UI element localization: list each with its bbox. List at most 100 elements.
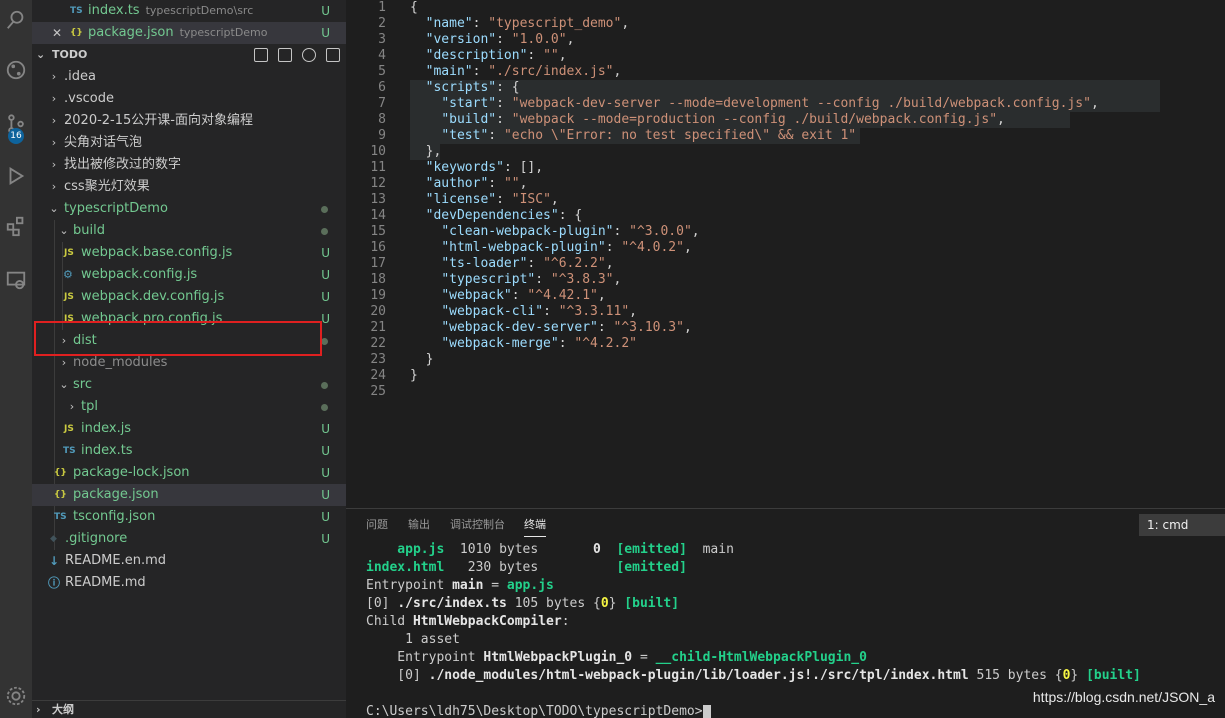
- chevron-down-icon: ⌄: [49, 202, 59, 215]
- chevron-down-icon: ⌄: [59, 224, 69, 237]
- refresh-icon[interactable]: [302, 48, 316, 62]
- code-line: "test": "echo \"Error: no test specified…: [441, 128, 857, 143]
- line-number: 25: [370, 384, 386, 399]
- git-status-untracked: U: [321, 444, 330, 458]
- chevron-right-icon: ›: [51, 70, 57, 83]
- run-debug-icon[interactable]: [0, 156, 32, 196]
- tree-folder-tpl[interactable]: › tpl: [32, 396, 346, 418]
- tree-file-index-js[interactable]: JS index.js U: [32, 418, 346, 440]
- tab-terminal[interactable]: 终端: [524, 517, 546, 537]
- git-branch-icon[interactable]: 16: [0, 104, 32, 144]
- code-line: "webpack-cli": "^3.3.11",: [441, 304, 637, 319]
- chevron-down-icon: ⌄: [36, 48, 46, 61]
- chevron-right-icon: ›: [51, 114, 57, 127]
- git-status-untracked: U: [321, 4, 330, 18]
- search-icon[interactable]: [0, 0, 32, 40]
- outline-section-header[interactable]: › 大纲: [32, 700, 346, 718]
- line-number: 6: [378, 80, 386, 95]
- source-control-icon[interactable]: [0, 50, 32, 90]
- typescript-file-icon: TS: [70, 6, 83, 16]
- close-icon[interactable]: ✕: [52, 22, 62, 44]
- javascript-file-icon: JS: [64, 424, 74, 434]
- tree-file-readme-en[interactable]: ↓ README.en.md: [32, 550, 346, 572]
- git-status-untracked: U: [321, 532, 330, 546]
- terminal-select[interactable]: 1: cmd: [1139, 514, 1225, 536]
- open-editor-package-json[interactable]: ✕ {} package.json typescriptDemo U: [32, 22, 346, 44]
- git-status-untracked: U: [321, 290, 330, 304]
- tree-file-package-json[interactable]: {} package.json U: [32, 484, 346, 506]
- tree-folder-src[interactable]: ⌄ src: [32, 374, 346, 396]
- watermark: https://blog.csdn.net/JSON_a: [1032, 689, 1215, 705]
- changes-badge: 16: [8, 128, 24, 144]
- tree-file-webpack-dev-config[interactable]: JS webpack.dev.config.js U: [32, 286, 346, 308]
- tab-output[interactable]: 输出: [408, 517, 430, 537]
- code-line: "version": "1.0.0",: [425, 32, 575, 47]
- tree-folder-build[interactable]: ⌄ build: [32, 220, 346, 242]
- remote-explorer-icon[interactable]: [0, 260, 32, 300]
- modified-dot: [321, 206, 328, 213]
- tree-folder-css-spotlight[interactable]: › css聚光灯效果: [32, 176, 346, 198]
- tree-file-readme[interactable]: ⓘ README.md: [32, 572, 346, 594]
- chevron-right-icon: ›: [36, 703, 41, 716]
- collapse-all-icon[interactable]: [326, 48, 340, 62]
- new-file-icon[interactable]: [254, 48, 268, 62]
- tree-file-index-ts[interactable]: TS index.ts U: [32, 440, 346, 462]
- terminal-line: Entrypoint HtmlWebpackPlugin_0 = __child…: [366, 650, 867, 665]
- open-editor-index-ts[interactable]: TS index.ts typescriptDemo\src U: [32, 0, 346, 22]
- tab-problems[interactable]: 问题: [366, 517, 388, 537]
- info-file-icon: ⓘ: [48, 576, 61, 590]
- javascript-file-icon: JS: [64, 248, 74, 258]
- code-line: "webpack-dev-server": "^3.10.3",: [441, 320, 692, 335]
- line-number: 10: [370, 144, 386, 159]
- tree-file-package-lock-json[interactable]: {} package-lock.json U: [32, 462, 346, 484]
- json-file-icon: {}: [70, 28, 83, 38]
- tree-folder-typescriptdemo[interactable]: ⌄ typescriptDemo: [32, 198, 346, 220]
- explorer-section-header[interactable]: ⌄ TODO: [32, 44, 346, 66]
- git-status-untracked: U: [321, 466, 330, 480]
- modified-dot: [321, 228, 328, 235]
- code-line: "description": "",: [425, 48, 567, 63]
- settings-gear-icon[interactable]: [0, 676, 32, 716]
- line-number: 18: [370, 272, 386, 287]
- code-editor[interactable]: 1 2 3 4 5 6 7 8 9 10 11 12 13 14 15 16 17 18 19 20 21 22 23 24 2…: [346, 0, 1225, 508]
- code-line: "keywords": [],: [425, 160, 544, 175]
- extensions-icon[interactable]: [0, 206, 32, 246]
- git-file-icon: ◆: [50, 534, 57, 544]
- code-line: "webpack-merge": "^4.2.2": [441, 336, 637, 351]
- line-number: 2: [378, 16, 386, 31]
- tab-debug-console[interactable]: 调试控制台: [450, 517, 505, 537]
- code-line: "author": "",: [425, 176, 528, 191]
- line-number: 24: [370, 368, 386, 383]
- tree-folder-modified-number[interactable]: › 找出被修改过的数字: [32, 154, 346, 176]
- git-status-untracked: U: [321, 510, 330, 524]
- line-number: 9: [378, 128, 386, 143]
- code-line: "license": "ISC",: [425, 192, 559, 207]
- tree-file-webpack-config[interactable]: ⚙ webpack.config.js U: [32, 264, 346, 286]
- line-number: 11: [370, 160, 386, 175]
- chevron-right-icon: ›: [69, 400, 75, 413]
- tree-file-webpack-base-config[interactable]: JS webpack.base.config.js U: [32, 242, 346, 264]
- chevron-right-icon: ›: [51, 158, 57, 171]
- code-line: "clean-webpack-plugin": "^3.0.0",: [441, 224, 700, 239]
- tree-file-tsconfig-json[interactable]: TS tsconfig.json U: [32, 506, 346, 528]
- terminal-prompt[interactable]: C:\Users\ldh75\Desktop\TODO\typescriptDe…: [366, 703, 711, 718]
- open-editor-path: typescriptDemo\src: [145, 4, 254, 17]
- typescript-file-icon: TS: [63, 446, 76, 456]
- tree-file-gitignore[interactable]: ◆ .gitignore U: [32, 528, 346, 550]
- line-number: 8: [378, 112, 386, 127]
- tree-folder-idea[interactable]: › .idea: [32, 66, 346, 88]
- terminal-line: Entrypoint main = app.js: [366, 578, 554, 593]
- javascript-file-icon: JS: [64, 292, 74, 302]
- new-folder-icon[interactable]: [278, 48, 292, 62]
- selection-highlight: [410, 80, 1160, 96]
- modified-dot: [321, 404, 328, 411]
- chevron-right-icon: ›: [51, 180, 57, 193]
- markdown-file-icon: ↓: [49, 554, 60, 568]
- line-number: 1: [378, 0, 386, 15]
- git-status-untracked: U: [321, 246, 330, 260]
- tree-folder-bubble[interactable]: › 尖角对话气泡: [32, 132, 346, 154]
- tree-folder-vscode[interactable]: › .vscode: [32, 88, 346, 110]
- code-line: },: [410, 144, 442, 159]
- tree-folder-oop-lecture[interactable]: › 2020-2-15公开课-面向对象编程: [32, 110, 346, 132]
- git-status-untracked: U: [321, 268, 330, 282]
